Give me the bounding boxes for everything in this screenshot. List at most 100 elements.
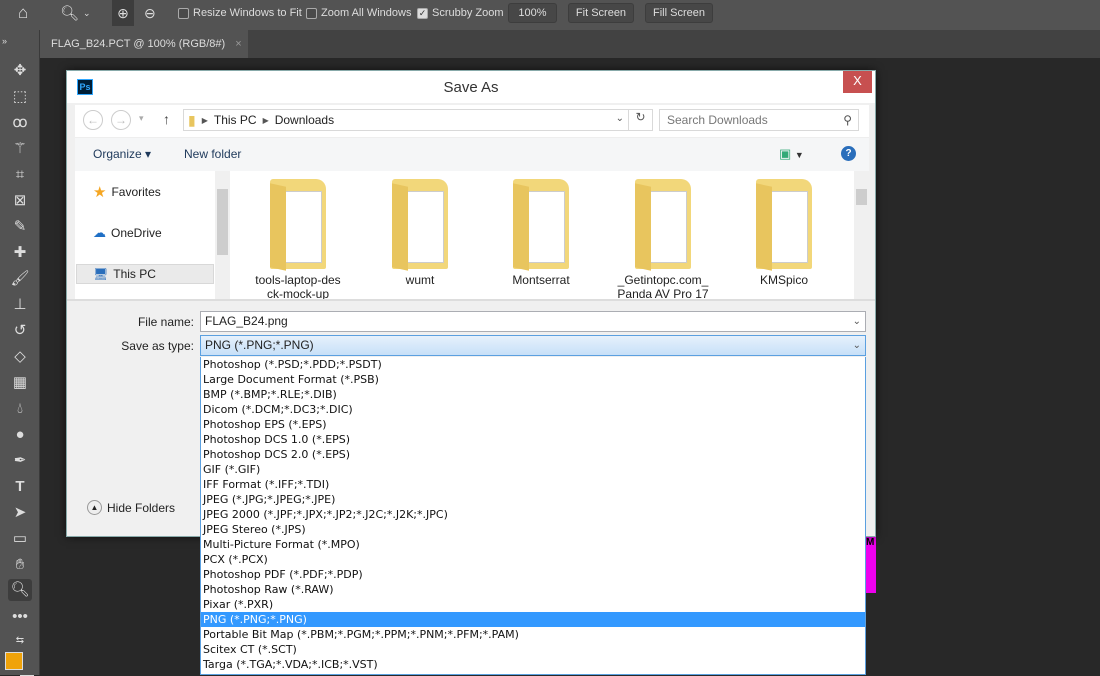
home-icon[interactable]: ⌂ (18, 0, 28, 26)
swap-colors-icon[interactable]: ⇆ (8, 630, 32, 652)
close-button[interactable]: X (843, 71, 872, 93)
dropdown-option[interactable]: GIF (*.GIF) (201, 462, 865, 477)
clone-stamp-icon[interactable]: ⊥ (8, 294, 32, 316)
dropdown-option[interactable]: Dicom (*.DCM;*.DC3;*.DIC) (201, 402, 865, 417)
checkbox-icon[interactable] (306, 7, 317, 19)
hide-folders-button[interactable]: ▲ Hide Folders (87, 500, 175, 515)
zoom-in-icon[interactable]: ⊕ (112, 0, 134, 26)
hand-tool-icon[interactable]: ✋︎ (8, 554, 32, 576)
search-input[interactable]: Search Downloads ⚲ (659, 109, 859, 131)
dropdown-option[interactable]: Photoshop (*.PSD;*.PDD;*.PSDT) (201, 357, 865, 372)
checkbox-icon[interactable] (178, 7, 189, 19)
dropdown-option[interactable]: JPEG (*.JPG;*.JPEG;*.JPE) (201, 492, 865, 507)
dodge-tool-icon[interactable]: ● (8, 424, 32, 446)
dropdown-option[interactable]: Multi-Picture Format (*.MPO) (201, 537, 865, 552)
healing-brush-icon[interactable]: ✚ (8, 242, 32, 264)
breadcrumb-this-pc[interactable]: This PC (214, 113, 257, 127)
file-name-input[interactable]: FLAG_B24.png ⌄ (200, 311, 866, 332)
dropdown-option[interactable]: Large Document Format (*.PSB) (201, 372, 865, 387)
dropdown-option[interactable]: PNG (*.PNG;*.PNG) (201, 612, 865, 627)
refresh-icon[interactable]: ↻ (628, 110, 652, 130)
zoom-all-windows-checkbox[interactable]: Zoom All Windows (306, 0, 411, 26)
chevron-down-icon[interactable]: ⌄ (853, 336, 861, 355)
crop-tool-icon[interactable]: ⌗ (8, 164, 32, 186)
search-icon[interactable]: ⚲ (843, 110, 852, 130)
lasso-tool-icon[interactable]: ꝏ (8, 112, 32, 134)
zoom-tool-preset-icon[interactable]: 🔍︎ ⌄ (60, 0, 91, 26)
dropdown-option[interactable]: Photoshop PDF (*.PDF;*.PDP) (201, 567, 865, 582)
move-tool-icon[interactable]: ✥ (8, 60, 32, 82)
file-name-label: File name: (137, 315, 194, 329)
scrollbar-thumb[interactable] (217, 189, 228, 255)
options-bar: ⌂ 🔍︎ ⌄ ⊕ ⊖ Resize Windows to Fit Zoom Al… (0, 0, 1100, 30)
dropdown-option[interactable]: Photoshop EPS (*.EPS) (201, 417, 865, 432)
back-icon[interactable]: ← (83, 110, 103, 130)
document-tab[interactable]: FLAG_B24.PCT @ 100% (RGB/8#) × (40, 30, 248, 58)
help-icon[interactable]: ? (841, 146, 856, 161)
checkmark-icon[interactable]: ✓ (417, 7, 428, 19)
breadcrumb-downloads[interactable]: Downloads (275, 113, 334, 127)
eyedropper-icon[interactable]: ✎ (8, 216, 32, 238)
folder-item[interactable]: Montserrat (491, 179, 591, 287)
dropdown-option[interactable]: Photoshop DCS 2.0 (*.EPS) (201, 447, 865, 462)
resize-windows-checkbox[interactable]: Resize Windows to Fit (178, 0, 302, 26)
change-view-icon[interactable]: ▣ ▼ (779, 146, 804, 162)
gradient-icon[interactable]: ▦ (8, 372, 32, 394)
rectangle-tool-icon[interactable]: ▭ (8, 528, 32, 550)
dropdown-option[interactable]: IFF Format (*.IFF;*.TDI) (201, 477, 865, 492)
folder-item[interactable]: tools-laptop-des ck-mock-up (248, 179, 348, 301)
save-type-select[interactable]: PNG (*.PNG;*.PNG) ⌄ (200, 335, 866, 356)
type-tool-icon[interactable]: T (8, 476, 32, 498)
path-selection-icon[interactable]: ➤ (8, 502, 32, 524)
brush-tool-icon[interactable]: 🖌︎ (8, 268, 32, 290)
new-folder-button[interactable]: New folder (184, 147, 241, 161)
folder-icon (513, 179, 569, 271)
dropdown-option[interactable]: Photoshop DCS 1.0 (*.EPS) (201, 432, 865, 447)
history-brush-icon[interactable]: ↺ (8, 320, 32, 342)
scrubby-zoom-checkbox[interactable]: ✓ Scrubby Zoom (417, 0, 504, 26)
fill-screen-button[interactable]: Fill Screen (645, 3, 713, 23)
nav-this-pc[interactable]: 🖥︎ This PC (93, 267, 156, 281)
dropdown-option[interactable]: BMP (*.BMP;*.RLE;*.DIB) (201, 387, 865, 402)
dropdown-option[interactable]: Targa (*.TGA;*.VDA;*.ICB;*.VST) (201, 657, 865, 672)
blur-tool-icon[interactable]: 💧︎ (8, 398, 32, 420)
close-tab-icon[interactable]: × (235, 38, 241, 50)
marquee-tool-icon[interactable]: ⬚ (8, 86, 32, 108)
fit-screen-button[interactable]: Fit Screen (568, 3, 634, 23)
recent-locations-icon[interactable]: ▾ (139, 113, 144, 124)
zoom-100-button[interactable]: 100% (508, 3, 557, 23)
label: This PC (113, 267, 156, 281)
nav-favorites[interactable]: ★ Favorites (93, 183, 161, 201)
frame-tool-icon[interactable]: ⊠ (8, 190, 32, 212)
dropdown-option[interactable]: Scitex CT (*.SCT) (201, 642, 865, 657)
magic-wand-icon[interactable]: ⚚ (8, 138, 32, 160)
folder-item[interactable]: _Getintopc.com_ Panda AV Pro 17 (613, 179, 713, 301)
folder-item[interactable]: KMSpico (734, 179, 834, 287)
zoom-out-icon[interactable]: ⊖ (144, 0, 156, 26)
zoom-tool-icon[interactable]: 🔍︎ (8, 579, 32, 601)
dropdown-option[interactable]: Portable Bit Map (*.PBM;*.PGM;*.PPM;*.PN… (201, 627, 865, 642)
address-bar[interactable]: ▮ ▶ This PC ▶ Downloads ⌄ ↻ (183, 109, 653, 131)
eraser-icon[interactable]: ◇ (8, 346, 32, 368)
more-tools-icon[interactable]: ••• (8, 606, 32, 628)
pen-tool-icon[interactable]: ✒ (8, 450, 32, 472)
folder-icon (392, 179, 448, 271)
up-icon[interactable]: ↑ (163, 111, 170, 127)
file-scrollbar[interactable] (854, 171, 869, 299)
folder-item[interactable]: wumt (370, 179, 470, 287)
scrollbar-thumb[interactable] (856, 189, 867, 205)
dropdown-option[interactable]: JPEG Stereo (*.JPS) (201, 522, 865, 537)
file-name-value: FLAG_B24.png (205, 314, 288, 328)
dropdown-option[interactable]: Photoshop Raw (*.RAW) (201, 582, 865, 597)
nav-onedrive[interactable]: ☁ OneDrive (93, 225, 162, 241)
chevron-down-icon[interactable]: ⌄ (853, 312, 861, 331)
foreground-color-swatch[interactable] (5, 652, 23, 670)
dropdown-option[interactable]: PCX (*.PCX) (201, 552, 865, 567)
address-dropdown-icon[interactable]: ⌄ (616, 113, 624, 124)
organize-button[interactable]: Organize ▾ (93, 147, 151, 161)
nav-scrollbar[interactable] (215, 171, 230, 299)
dropdown-option[interactable]: JPEG 2000 (*.JPF;*.JPX;*.JP2;*.J2C;*.J2K… (201, 507, 865, 522)
dropdown-option[interactable]: Pixar (*.PXR) (201, 597, 865, 612)
forward-icon[interactable]: → (111, 110, 131, 130)
collapse-icon[interactable]: » (2, 30, 26, 52)
